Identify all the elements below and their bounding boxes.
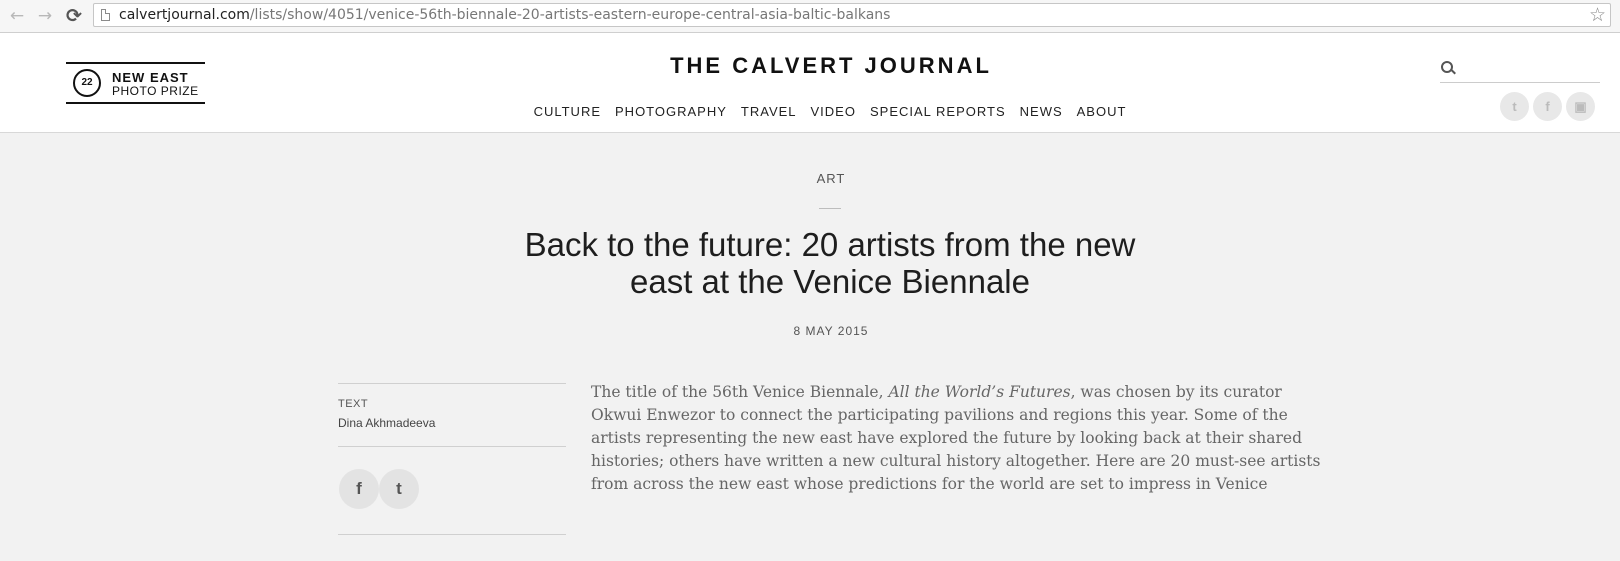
- sidebar-divider-bottom: [338, 534, 566, 535]
- share-facebook-button[interactable]: f: [339, 469, 379, 509]
- promo-subtitle: PHOTO PRIZE: [112, 84, 199, 98]
- article-lede: The title of the 56th Venice Biennale, A…: [591, 381, 1331, 496]
- instagram-icon[interactable]: ▣: [1566, 92, 1595, 121]
- browser-toolbar: ← → ⟳ calvertjournal.com/lists/show/4051…: [0, 0, 1620, 33]
- site-header: 22 NEW EAST PHOTO PRIZE THE CALVERT JOUR…: [0, 33, 1620, 133]
- nav-item-travel[interactable]: TRAVEL: [741, 104, 797, 119]
- bookmark-star-icon[interactable]: ☆: [1589, 4, 1606, 26]
- sidebar-divider-middle: [338, 446, 566, 447]
- url-path: /lists/show/4051/venice-56th-biennale-20…: [249, 7, 891, 23]
- nav-item-news[interactable]: NEWS: [1020, 104, 1063, 119]
- share-twitter-button[interactable]: t: [379, 469, 419, 509]
- forward-arrow-icon[interactable]: →: [34, 5, 56, 27]
- author-name[interactable]: Dina Akhmadeeva: [338, 416, 435, 430]
- search-icon[interactable]: [1441, 61, 1453, 73]
- nav-item-culture[interactable]: CULTURE: [534, 104, 601, 119]
- reload-icon[interactable]: ⟳: [63, 5, 85, 27]
- article-category[interactable]: ART: [0, 171, 1620, 186]
- twitter-icon[interactable]: t: [1500, 92, 1529, 121]
- facebook-icon[interactable]: f: [1533, 92, 1562, 121]
- main-navigation: CULTURE PHOTOGRAPHY TRAVEL VIDEO SPECIAL…: [534, 104, 1126, 119]
- url-text[interactable]: calvertjournal.com/lists/show/4051/venic…: [119, 7, 890, 23]
- credit-label: TEXT: [338, 398, 369, 410]
- url-host: calvertjournal.com: [119, 7, 250, 23]
- nav-item-special-reports[interactable]: SPECIAL REPORTS: [870, 104, 1006, 119]
- back-arrow-icon[interactable]: ←: [6, 5, 28, 27]
- article-title: Back to the future: 20 artists from the …: [524, 226, 1136, 300]
- nav-item-about[interactable]: ABOUT: [1077, 104, 1127, 119]
- page-icon: [101, 9, 110, 21]
- article-date: 8 MAY 2015: [793, 324, 869, 338]
- nav-item-photography[interactable]: PHOTOGRAPHY: [615, 104, 727, 119]
- address-bar[interactable]: calvertjournal.com/lists/show/4051/venic…: [93, 3, 1611, 27]
- lede-italic-title: All the World’s Futures: [888, 383, 1071, 401]
- nav-item-video[interactable]: VIDEO: [811, 104, 856, 119]
- site-logo[interactable]: THE CALVERT JOURNAL: [0, 53, 1620, 79]
- search-field[interactable]: [1440, 58, 1600, 83]
- lede-text-start: The title of the 56th Venice Biennale,: [591, 383, 889, 401]
- sidebar-divider-top: [338, 383, 566, 384]
- category-divider: [819, 208, 841, 209]
